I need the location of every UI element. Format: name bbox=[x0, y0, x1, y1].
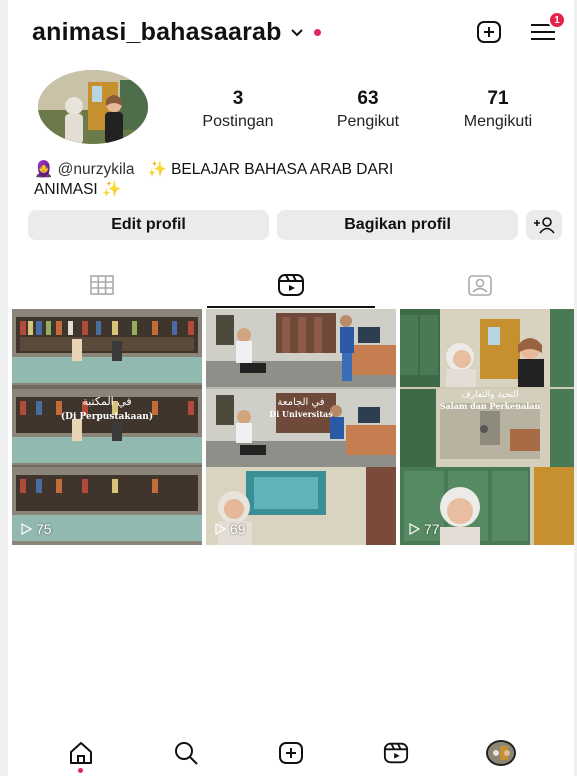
sparkle-emoji: ✨ bbox=[147, 161, 167, 178]
grid-icon bbox=[90, 275, 115, 295]
bottom-navigation bbox=[8, 730, 574, 776]
svg-text:Salam dan Perkenalan: Salam dan Perkenalan bbox=[440, 401, 541, 411]
nav-search[interactable] bbox=[166, 733, 206, 773]
avatar[interactable] bbox=[38, 70, 148, 144]
plus-square-icon bbox=[477, 21, 501, 43]
svg-text:في الجامعة: في الجامعة bbox=[277, 397, 324, 408]
view-count: 75 bbox=[20, 521, 52, 537]
top-bar: animasi_bahasaarab 1 bbox=[32, 11, 566, 50]
person-emoji: 🧕 bbox=[34, 161, 54, 178]
create-post-button[interactable] bbox=[474, 17, 504, 47]
svg-text:(Di Perpustakaan): (Di Perpustakaan) bbox=[61, 411, 153, 422]
window-edge-left bbox=[0, 0, 8, 776]
discover-people-button[interactable] bbox=[526, 210, 562, 240]
svg-text:في المكتبة: في المكتبة bbox=[82, 395, 131, 408]
tab-posts-grid[interactable] bbox=[8, 262, 197, 308]
nav-home[interactable] bbox=[61, 733, 101, 773]
menu-button[interactable]: 1 bbox=[528, 11, 566, 47]
stat-following[interactable]: 71 Mengikuti bbox=[438, 88, 558, 131]
tagged-person-icon bbox=[467, 275, 492, 296]
following-count: 71 bbox=[487, 88, 509, 109]
view-count: 77 bbox=[408, 521, 440, 537]
posts-label: Postingan bbox=[202, 113, 274, 130]
plus-square-icon bbox=[278, 742, 303, 764]
reels-grid: في المكتبة (Di Perpustakaan) 75 في الجام… bbox=[12, 309, 574, 545]
bio-text-line-1: BELAJAR BAHASA ARAB DARI bbox=[171, 161, 394, 178]
nav-profile[interactable] bbox=[481, 733, 521, 773]
avatar bbox=[486, 740, 517, 766]
content-tabs bbox=[8, 262, 574, 308]
profile-bio: 🧕 @nurzykila ✨ BELAJAR BAHASA ARAB DARI … bbox=[34, 160, 554, 200]
svg-text:Di Universitas: Di Universitas bbox=[269, 409, 333, 419]
play-icon bbox=[21, 523, 32, 535]
tab-tagged[interactable] bbox=[385, 262, 574, 308]
sparkle-emoji: ✨ bbox=[102, 181, 122, 198]
posts-count: 3 bbox=[232, 88, 244, 109]
add-person-icon bbox=[534, 217, 555, 234]
reels-icon bbox=[384, 742, 409, 764]
play-icon bbox=[409, 523, 420, 535]
followers-label: Pengikut bbox=[336, 113, 400, 130]
profile-actions: Edit profil Bagikan profil bbox=[28, 210, 562, 240]
nav-reels[interactable] bbox=[376, 733, 416, 773]
share-profile-button[interactable]: Bagikan profil bbox=[277, 210, 519, 240]
notification-badge: 1 bbox=[548, 11, 566, 29]
view-count: 69 bbox=[214, 521, 246, 537]
home-icon bbox=[69, 742, 92, 764]
followers-count: 63 bbox=[357, 88, 379, 109]
reel-thumbnail[interactable]: في المكتبة (Di Perpustakaan) 75 bbox=[12, 309, 202, 545]
tab-reels[interactable] bbox=[197, 262, 386, 308]
stat-posts[interactable]: 3 Postingan bbox=[178, 88, 298, 131]
search-icon bbox=[174, 742, 198, 765]
reel-thumbnail[interactable]: التحية والتعارف Salam dan Perkenalan 77 bbox=[400, 309, 574, 545]
username[interactable]: animasi_bahasaarab bbox=[32, 18, 282, 47]
nav-create[interactable] bbox=[271, 733, 311, 773]
profile-screen: animasi_bahasaarab 1 3 Postingan 63 Peng… bbox=[8, 0, 574, 776]
profile-stats: 3 Postingan 63 Pengikut 71 Mengikuti bbox=[178, 88, 558, 131]
bio-text-line-2: ANIMASI bbox=[34, 181, 98, 198]
reels-icon bbox=[278, 274, 304, 296]
bio-handle-link[interactable]: @nurzykila bbox=[58, 161, 135, 178]
top-actions: 1 bbox=[474, 11, 566, 47]
home-notification-dot bbox=[77, 768, 83, 773]
unread-dot bbox=[313, 28, 321, 36]
play-icon bbox=[215, 523, 226, 535]
following-label: Mengikuti bbox=[463, 113, 533, 130]
stat-followers[interactable]: 63 Pengikut bbox=[308, 88, 428, 131]
chevron-down-icon[interactable] bbox=[290, 25, 304, 39]
reel-thumbnail[interactable]: في الجامعة Di Universitas 69 bbox=[206, 309, 396, 545]
edit-profile-button[interactable]: Edit profil bbox=[28, 210, 270, 240]
svg-text:التحية والتعارف: التحية والتعارف bbox=[461, 390, 518, 400]
